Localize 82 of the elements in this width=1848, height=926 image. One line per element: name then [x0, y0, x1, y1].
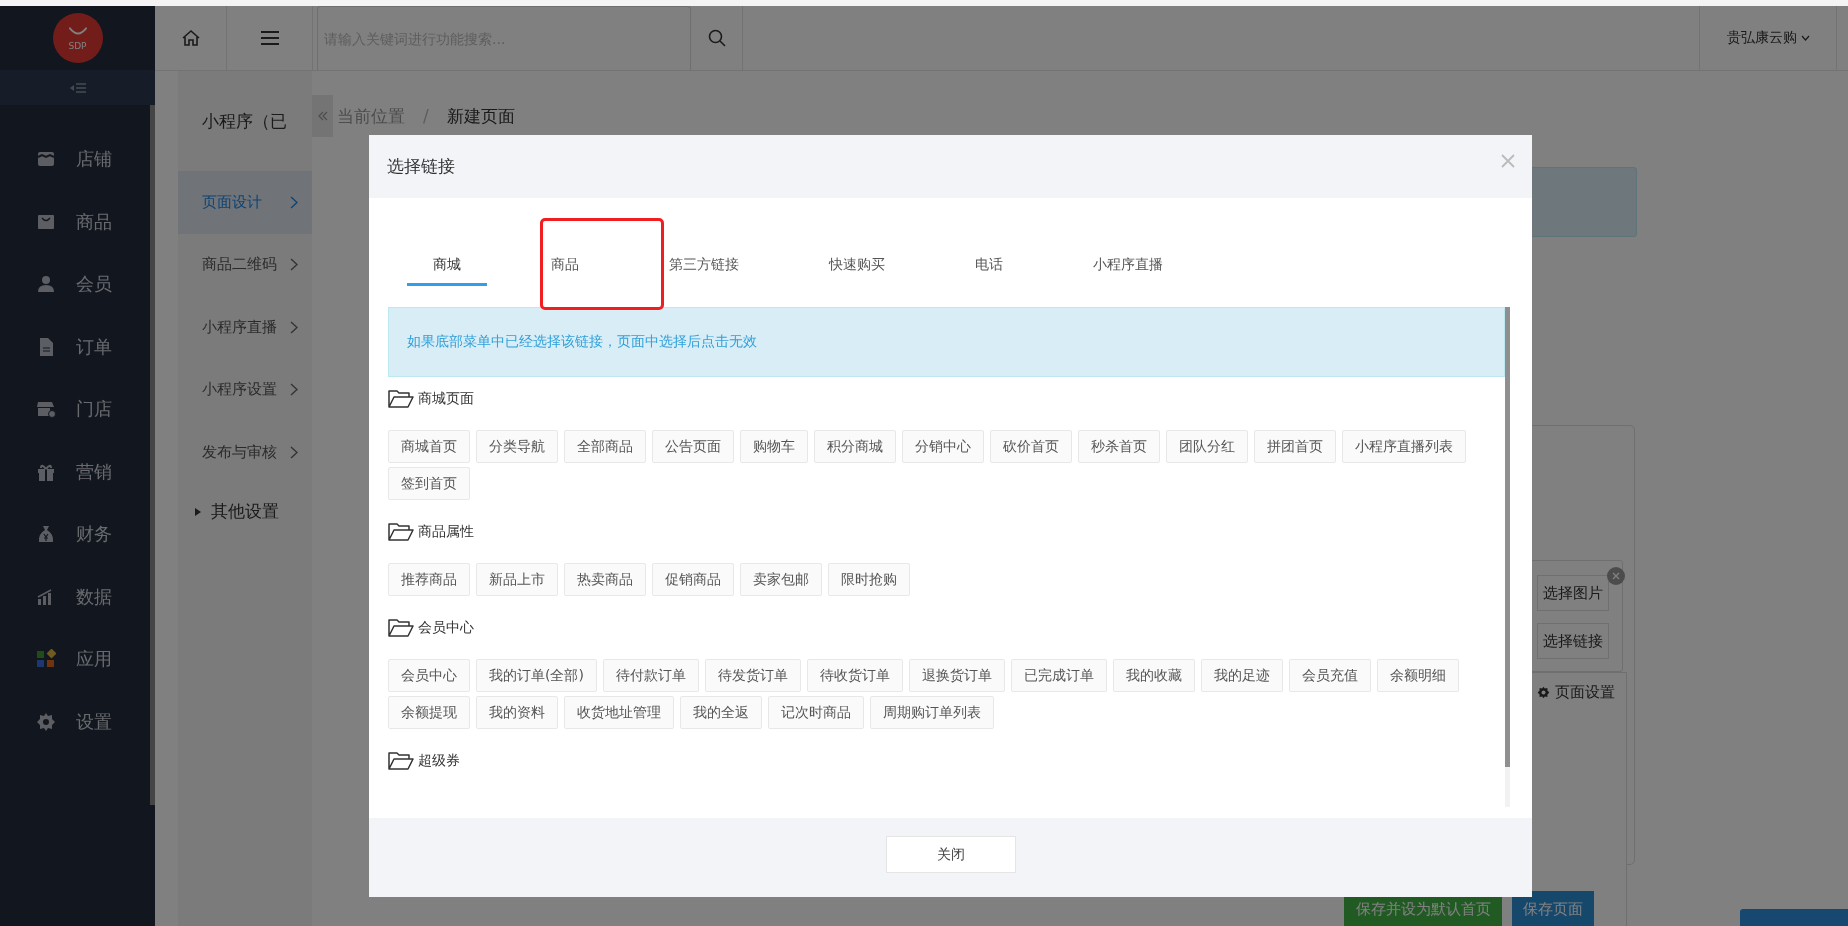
- link-option[interactable]: 已完成订单: [1010, 659, 1107, 692]
- folder-icon: [388, 522, 414, 542]
- link-option[interactable]: 收货地址管理: [564, 696, 674, 729]
- gear-icon: [1537, 686, 1550, 699]
- subnav-group[interactable]: 其他设置: [178, 483, 312, 540]
- home-icon: [180, 28, 201, 48]
- close-icon[interactable]: [1501, 153, 1515, 168]
- breadcrumb-item: 新建页面: [446, 104, 515, 128]
- collapse-button[interactable]: [312, 95, 333, 137]
- link-option[interactable]: 我的足迹: [1200, 659, 1283, 692]
- link-option[interactable]: 分类导航: [476, 430, 558, 463]
- link-option[interactable]: 公告页面: [652, 430, 734, 463]
- apps-icon: [36, 649, 56, 670]
- select-image-button[interactable]: 选择图片: [1537, 575, 1609, 611]
- section-heading: 商品属性: [418, 523, 474, 541]
- link-option[interactable]: 热卖商品: [564, 563, 646, 596]
- folder-icon: [388, 618, 414, 638]
- chevron-right-icon: [290, 445, 298, 459]
- tab[interactable]: 电话: [949, 248, 1029, 286]
- link-option[interactable]: 待发货订单: [704, 659, 801, 692]
- link-option[interactable]: 退换货订单: [908, 659, 1005, 692]
- chevron-right-icon: [290, 195, 298, 209]
- search-icon: [707, 29, 726, 47]
- breadcrumb-separator: /: [423, 106, 429, 126]
- link-option[interactable]: 余额明细: [1376, 659, 1459, 692]
- link-option[interactable]: 小程序直播列表: [1342, 430, 1466, 463]
- section-heading: 超级券: [418, 752, 460, 770]
- user-icon: [36, 274, 56, 295]
- link-option[interactable]: 团队分红: [1166, 430, 1248, 463]
- folder-icon: [388, 389, 414, 409]
- link-option[interactable]: 促销商品: [652, 563, 734, 596]
- dialog-title: 选择链接: [387, 155, 455, 178]
- link-option[interactable]: 限时抢购: [828, 563, 910, 596]
- chevron-right-icon: [290, 258, 298, 272]
- section-title: 小程序（已: [202, 109, 287, 133]
- settings-title: 页面设置: [1555, 683, 1615, 702]
- chevron-right-icon: [290, 383, 298, 397]
- link-option[interactable]: 积分商城: [814, 430, 896, 463]
- menu-icon: [259, 30, 280, 46]
- tab[interactable]: 快速购买: [803, 248, 911, 286]
- link-option[interactable]: 我的收藏: [1112, 659, 1195, 692]
- link-option[interactable]: 周期购订单列表: [870, 696, 994, 729]
- section-heading: 会员中心: [418, 619, 474, 637]
- tab[interactable]: 第三方链接: [643, 248, 765, 286]
- link-option[interactable]: 新品上市: [476, 563, 558, 596]
- folder-icon: [388, 751, 414, 771]
- shop-icon: [36, 399, 56, 420]
- close-button[interactable]: 关闭: [885, 836, 1016, 873]
- link-option[interactable]: 待收货订单: [806, 659, 903, 692]
- link-option[interactable]: 砍价首页: [990, 430, 1072, 463]
- link-option[interactable]: 签到首页: [388, 467, 470, 500]
- link-option[interactable]: 购物车: [740, 430, 808, 463]
- close-icon[interactable]: [1607, 567, 1625, 585]
- money-icon: [36, 524, 56, 545]
- double-chevron-icon: [317, 111, 328, 121]
- gear-icon: [36, 711, 56, 732]
- link-option[interactable]: 秒杀首页: [1078, 430, 1160, 463]
- collapse-icon[interactable]: [69, 81, 86, 94]
- link-option[interactable]: 我的全返: [680, 696, 762, 729]
- link-option[interactable]: 会员中心: [388, 659, 470, 692]
- link-option[interactable]: 余额提现: [388, 696, 470, 729]
- logo: SDP: [52, 13, 103, 63]
- chevron-right-icon: [290, 320, 298, 334]
- link-option[interactable]: 卖家包邮: [740, 563, 822, 596]
- link-option[interactable]: 我的资料: [476, 696, 558, 729]
- link-option[interactable]: 记次时商品: [768, 696, 864, 729]
- link-option[interactable]: 待付款订单: [602, 659, 699, 692]
- link-option[interactable]: 拼团首页: [1254, 430, 1336, 463]
- link-option[interactable]: 商城首页: [388, 430, 470, 463]
- tab[interactable]: 小程序直播: [1067, 248, 1189, 286]
- link-option[interactable]: 我的订单(全部): [476, 659, 597, 692]
- section-heading: 商城页面: [418, 390, 474, 408]
- link-option[interactable]: 会员充值: [1288, 659, 1371, 692]
- tab[interactable]: 商城: [407, 248, 487, 286]
- link-option[interactable]: 推荐商品: [388, 563, 470, 596]
- select-link-button[interactable]: 选择链接: [1537, 623, 1609, 659]
- caret-icon: [1800, 35, 1810, 41]
- notice-text: 如果底部菜单中已经选择该链接，页面中选择后点击无效: [407, 333, 757, 351]
- caret-icon: [195, 507, 201, 516]
- tab[interactable]: 商品: [525, 248, 605, 286]
- link-option[interactable]: 分销中心: [902, 430, 984, 463]
- link-option[interactable]: 全部商品: [564, 430, 646, 463]
